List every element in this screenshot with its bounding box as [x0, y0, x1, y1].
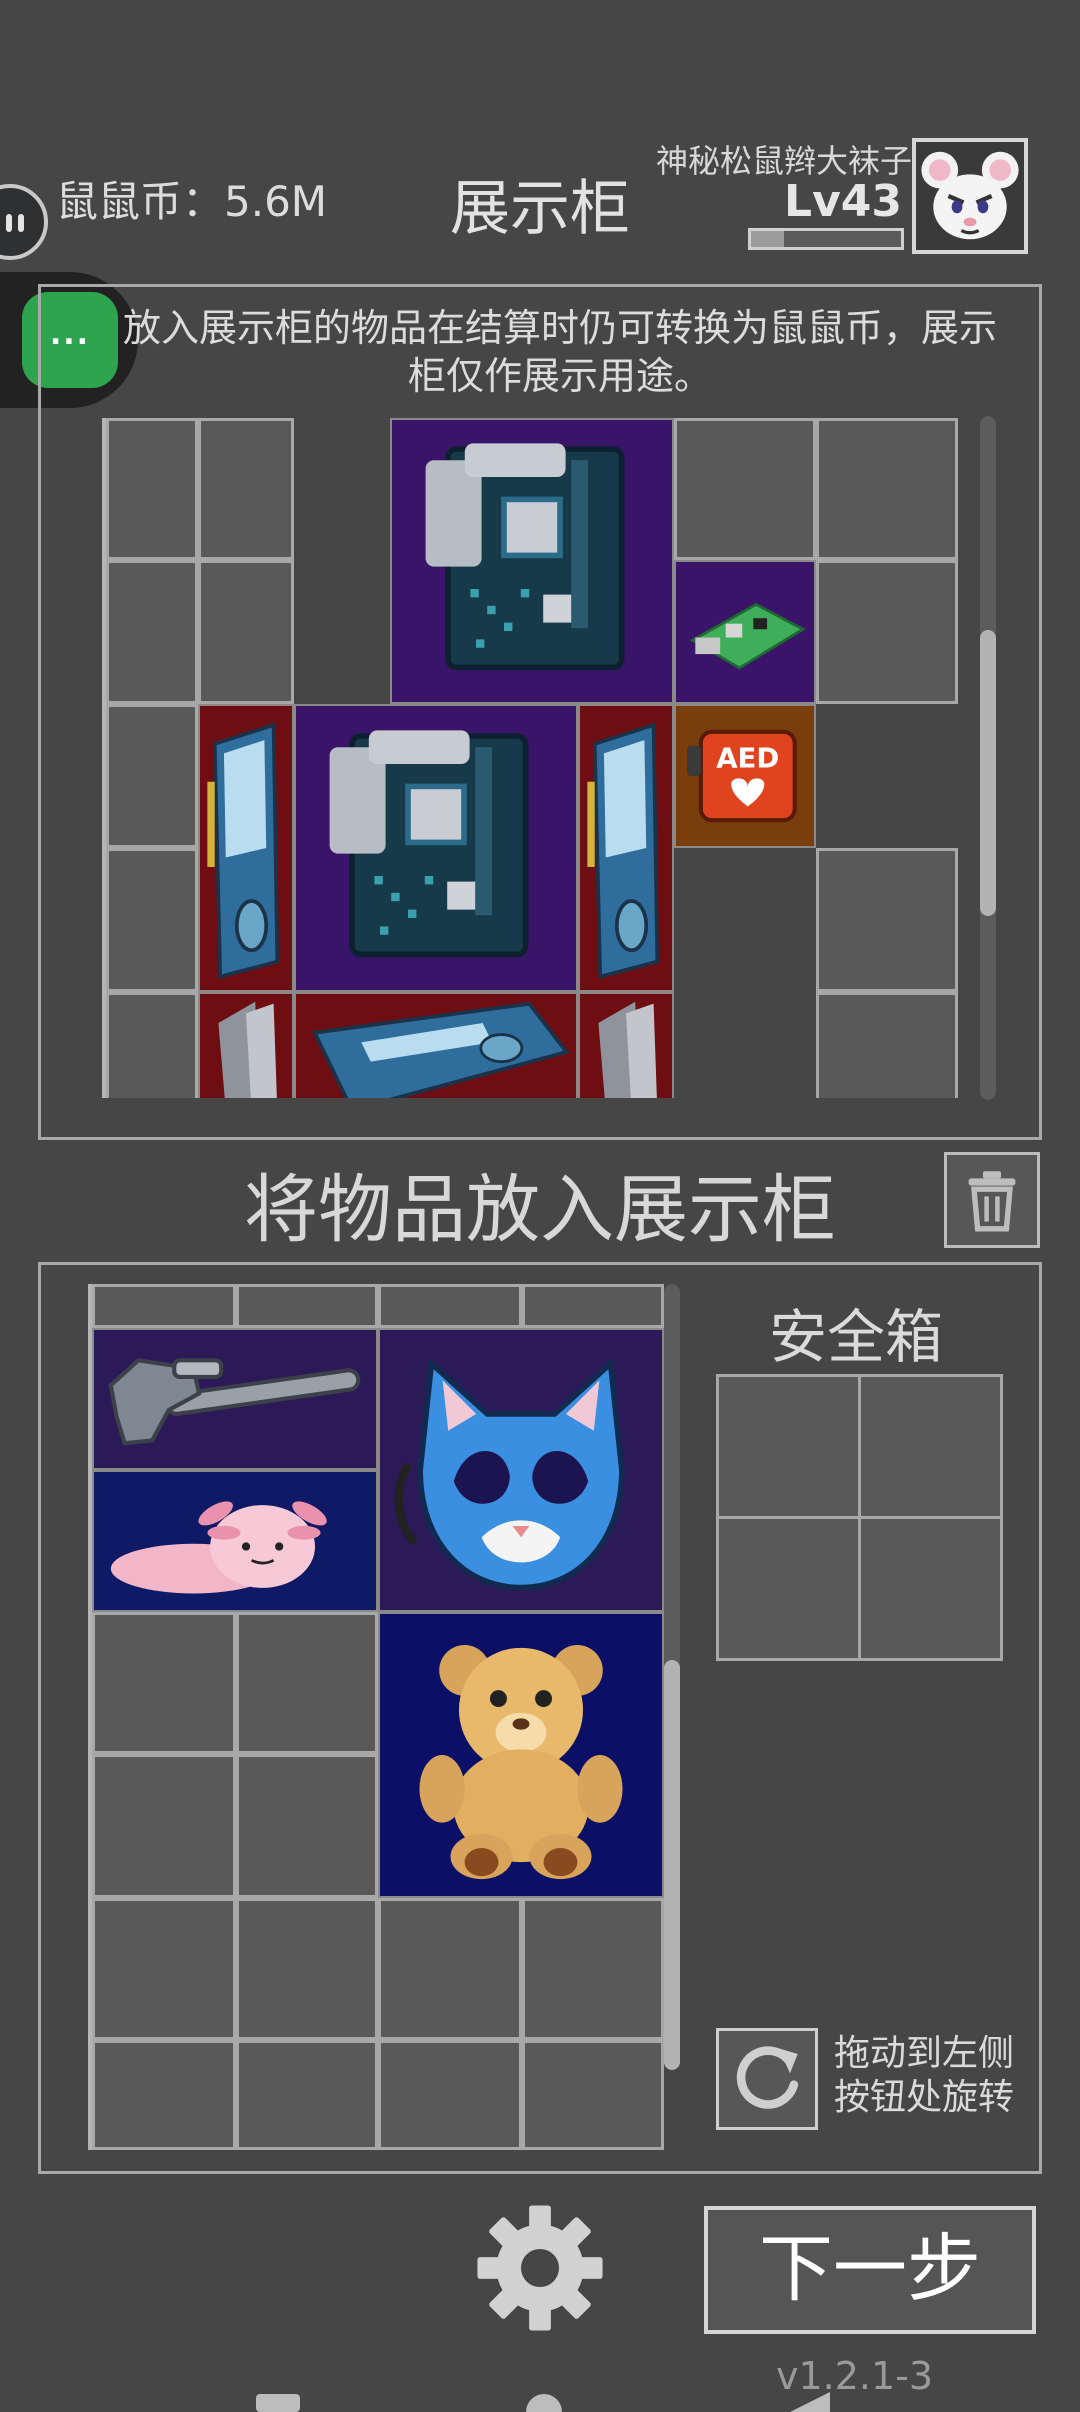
xp-progress-fill: [751, 231, 784, 247]
rotate-button[interactable]: [716, 2028, 818, 2130]
page-title: 展示柜: [450, 174, 630, 244]
safe-box-title: 安全箱: [768, 1303, 943, 1371]
motherboard-icon: [329, 730, 529, 958]
safe-box-grid[interactable]: [716, 1374, 1006, 1664]
cat-mask-icon: [394, 1357, 625, 1591]
gear-icon: [477, 2205, 603, 2331]
coin-balance: 鼠鼠币：5.6M: [56, 177, 328, 226]
rotate-hint: 拖动到左侧 按钮处旋转: [834, 2032, 1014, 2120]
grid-cell[interactable]: [236, 1612, 378, 1754]
grid-cell[interactable]: [92, 1754, 236, 1898]
grid-cell[interactable]: [858, 1374, 1003, 1519]
grid-cell[interactable]: [816, 992, 958, 1098]
grid-cell[interactable]: [236, 1284, 378, 1328]
grid-cell[interactable]: [674, 418, 816, 560]
grid-cell[interactable]: [106, 560, 198, 704]
settings-button[interactable]: [472, 2200, 608, 2336]
grid-cell[interactable]: [198, 418, 294, 560]
rotate-hint-line: 拖动到左侧: [834, 2033, 1015, 2074]
graphics-card-icon: [598, 1001, 657, 1098]
motherboard-item[interactable]: [390, 418, 674, 704]
grid-cell[interactable]: [716, 1374, 861, 1519]
graphics-card-item[interactable]: [578, 704, 674, 992]
grid-cell[interactable]: [106, 704, 198, 848]
graphics-card-item[interactable]: [578, 992, 674, 1098]
grid-cell[interactable]: [378, 1898, 522, 2040]
cabinet-notice: 放入展示柜的物品在结算时仍可转换为鼠鼠币，展示柜仅作展示用途。: [122, 306, 997, 398]
inventory-scrollbar-thumb[interactable]: [664, 1660, 680, 2070]
cat-mask-item[interactable]: [378, 1328, 664, 1612]
grid-cell[interactable]: [106, 992, 198, 1098]
back-icon[interactable]: [790, 2392, 830, 2412]
graphics-card-icon: [587, 722, 660, 980]
add-to-cabinet-title: 将物品放入展示柜: [244, 1167, 836, 1253]
home-icon[interactable]: [526, 2394, 562, 2412]
grid-cell[interactable]: [816, 848, 958, 992]
aed-item[interactable]: AED: [674, 704, 816, 848]
teddy-bear-item[interactable]: [378, 1612, 664, 1898]
grid-cell[interactable]: [92, 1284, 236, 1328]
graphics-card-icon: [311, 1001, 570, 1098]
recent-apps-icon[interactable]: [256, 2394, 300, 2412]
grid-cell[interactable]: [236, 1898, 378, 2040]
cabinet-scrollbar-thumb[interactable]: [980, 630, 996, 916]
inventory-grid[interactable]: [88, 1284, 666, 2150]
aed-icon: AED: [687, 729, 797, 823]
grid-cell[interactable]: [716, 1516, 861, 1661]
wrench-icon: [108, 1358, 361, 1446]
grid-cell[interactable]: [106, 848, 198, 992]
grid-cell[interactable]: [522, 1898, 664, 2040]
grid-cell[interactable]: [236, 2040, 378, 2150]
cabinet-grid[interactable]: AED: [102, 418, 960, 1098]
grid-cell[interactable]: [198, 560, 294, 704]
graphics-card-icon: [207, 722, 280, 980]
pipe-wrench-item[interactable]: [92, 1328, 378, 1470]
grid-cell[interactable]: [92, 1612, 236, 1754]
teddy-bear-icon: [419, 1645, 623, 1880]
inventory-scrollbar[interactable]: [664, 1284, 680, 2070]
mouse-avatar-icon: [916, 142, 1024, 250]
next-step-button[interactable]: 下一步: [704, 2206, 1036, 2334]
graphics-card-item[interactable]: [198, 704, 294, 992]
raspberry-pi-item[interactable]: [674, 560, 816, 704]
grid-cell[interactable]: [378, 2040, 522, 2150]
cabinet-scrollbar[interactable]: [980, 416, 996, 1100]
grid-cell[interactable]: [522, 1284, 664, 1328]
grid-cell[interactable]: [106, 418, 198, 560]
grid-cell[interactable]: [816, 560, 958, 704]
trash-icon: [968, 1171, 1016, 1232]
motherboard-item[interactable]: [294, 704, 578, 992]
grid-cell[interactable]: [522, 2040, 664, 2150]
axolotl-icon: [110, 1501, 327, 1594]
graphics-card-icon: [218, 1001, 277, 1098]
axolotl-plush-item[interactable]: [92, 1470, 378, 1612]
system-navigation-bar: [256, 2392, 830, 2412]
player-level: Lv43: [784, 176, 902, 227]
circuit-board-icon: [689, 602, 806, 670]
floating-assistant-button[interactable]: [0, 184, 48, 260]
grid-cell[interactable]: [378, 1284, 522, 1328]
rotate-icon: [736, 2046, 799, 2109]
trash-button[interactable]: [944, 1152, 1040, 1248]
grid-cell[interactable]: [858, 1516, 1003, 1661]
motherboard-icon: [425, 443, 625, 671]
xp-progress-bar: [748, 228, 904, 250]
graphics-card-item[interactable]: [198, 992, 294, 1098]
rotate-hint-line: 按钮处旋转: [834, 2077, 1015, 2118]
graphics-card-item[interactable]: [294, 992, 578, 1098]
grid-cell[interactable]: [92, 1898, 236, 2040]
grid-cell[interactable]: [816, 418, 958, 560]
grid-cell[interactable]: [92, 2040, 236, 2150]
player-avatar[interactable]: [912, 138, 1028, 254]
grid-cell[interactable]: [236, 1754, 378, 1898]
aed-label: AED: [716, 742, 779, 775]
